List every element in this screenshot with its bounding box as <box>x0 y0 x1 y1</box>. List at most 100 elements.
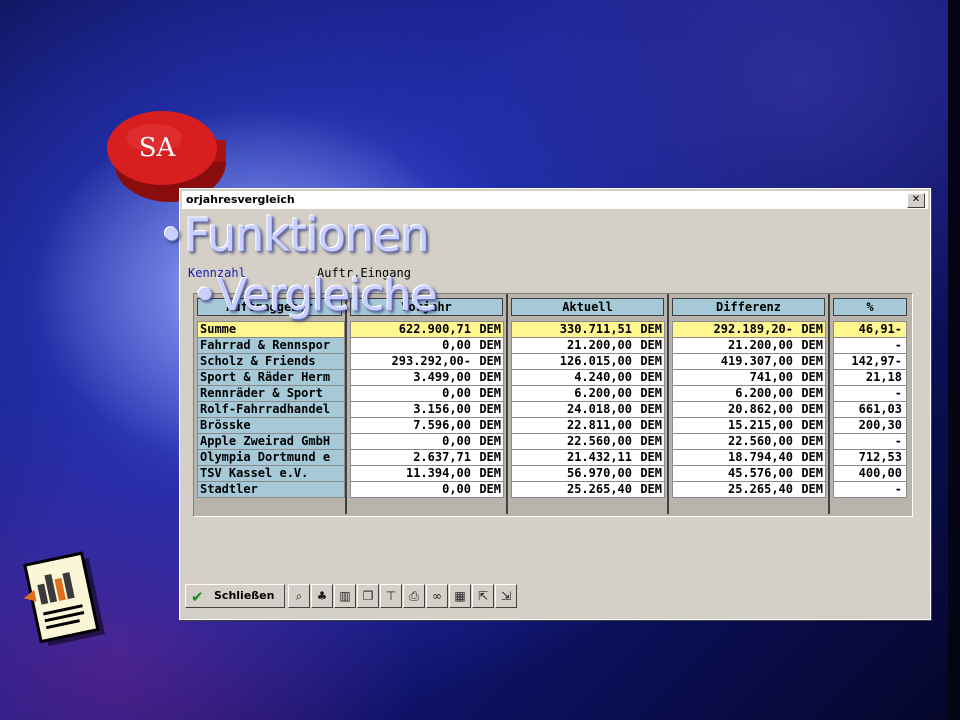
table-cell-name[interactable]: Rennräder & Sport <box>197 385 345 402</box>
cell-currency: DEM <box>479 402 501 416</box>
binoculars-icon: ∞ <box>432 589 442 603</box>
cell-value: 18.794,40 <box>727 450 793 464</box>
cell-currency: DEM <box>801 370 823 384</box>
table-cell-aktuell[interactable]: 4.240,00 DEM <box>511 369 665 386</box>
cell-currency: DEM <box>801 338 823 352</box>
cell-value: 22.811,00 <box>566 418 632 432</box>
cell-value: 25.265,40 <box>566 482 632 496</box>
cell-value: 11.394,00 <box>405 466 471 480</box>
table-cell-differenz[interactable]: 22.560,00 DEM <box>672 433 826 450</box>
table-cell-differenz[interactable]: 21.200,00 DEM <box>672 337 826 354</box>
calendar-button[interactable]: ▦ <box>449 584 471 608</box>
table-cell-percent[interactable]: 200,30 <box>833 417 907 434</box>
table-cell-aktuell[interactable]: 21.432,11 DEM <box>511 449 665 466</box>
table-cell-percent[interactable]: 661,03 <box>833 401 907 418</box>
table-cell-differenz[interactable]: 45.576,00 DEM <box>672 465 826 482</box>
table-cell-aktuell[interactable]: 126.015,00 DEM <box>511 353 665 370</box>
table-cell-name[interactable]: Scholz & Friends <box>197 353 345 370</box>
table-cell-name[interactable]: Brösske <box>197 417 345 434</box>
filter-button[interactable]: ⊤ <box>380 584 402 608</box>
cell-currency: DEM <box>640 338 662 352</box>
cell-value: 24.018,00 <box>566 402 632 416</box>
table-cell-differenz[interactable]: 18.794,40 DEM <box>672 449 826 466</box>
table-cell-differenz[interactable]: 6.200,00 DEM <box>672 385 826 402</box>
table-cell-differenz[interactable]: 419.307,00 DEM <box>672 353 826 370</box>
cell-currency: DEM <box>479 466 501 480</box>
print-button[interactable]: ⎙ <box>403 584 425 608</box>
cell-currency: DEM <box>801 354 823 368</box>
table-cell-vorjahr[interactable]: 3.499,00 DEM <box>350 369 504 386</box>
cell-currency: DEM <box>801 434 823 448</box>
table-cell-differenz[interactable]: 20.862,00 DEM <box>672 401 826 418</box>
binoculars-button[interactable]: ∞ <box>426 584 448 608</box>
table-cell-vorjahr[interactable]: 0,00 DEM <box>350 481 504 498</box>
cell-currency: DEM <box>479 482 501 496</box>
hierarchy-icon: ♣ <box>316 589 328 603</box>
cell-value: 15.215,00 <box>727 418 793 432</box>
table-cell-differenz[interactable]: 741,00 DEM <box>672 369 826 386</box>
table-cell-differenz[interactable]: 292.189,20- DEM <box>672 321 826 338</box>
table-cell-percent[interactable]: - <box>833 481 907 498</box>
cell-currency: DEM <box>640 322 662 336</box>
table-cell-aktuell[interactable]: 25.265,40 DEM <box>511 481 665 498</box>
cell-currency: DEM <box>479 450 501 464</box>
table-cell-aktuell[interactable]: 21.200,00 DEM <box>511 337 665 354</box>
window-close-button[interactable]: ✕ <box>907 193 925 208</box>
table-cell-percent[interactable]: 142,97- <box>833 353 907 370</box>
table-cell-vorjahr[interactable]: 2.637,71 DEM <box>350 449 504 466</box>
table-cell-percent[interactable]: - <box>833 385 907 402</box>
table-cell-vorjahr[interactable]: 7.596,00 DEM <box>350 417 504 434</box>
table-cell-aktuell[interactable]: 22.811,00 DEM <box>511 417 665 434</box>
table-cell-vorjahr[interactable]: 0,00 DEM <box>350 385 504 402</box>
table-cell-name[interactable]: Olympia Dortmund e <box>197 449 345 466</box>
export-button[interactable]: ⇱ <box>472 584 494 608</box>
table-cell-vorjahr[interactable]: 3.156,00 DEM <box>350 401 504 418</box>
cell-currency: DEM <box>801 482 823 496</box>
table-cell-vorjahr[interactable]: 622.900,71 DEM <box>350 321 504 338</box>
sa-badge-label: SA <box>138 133 176 163</box>
hierarchy-button[interactable]: ♣ <box>311 584 333 608</box>
cell-value: 6.200,00 <box>574 386 632 400</box>
cell-currency: DEM <box>640 354 662 368</box>
table-cell-name[interactable]: Rolf-Fahrradhandel <box>197 401 345 418</box>
table-cell-name[interactable]: TSV Kassel e.V. <box>197 465 345 482</box>
table-cell-differenz[interactable]: 25.265,40 DEM <box>672 481 826 498</box>
search-button[interactable]: ⌕ <box>288 584 310 608</box>
table-cell-aktuell[interactable]: 56.970,00 DEM <box>511 465 665 482</box>
table-cell-name[interactable]: Summe <box>197 321 345 338</box>
table-cell-aktuell[interactable]: 6.200,00 DEM <box>511 385 665 402</box>
table-cell-percent[interactable]: - <box>833 433 907 450</box>
filter-icon: ⊤ <box>385 589 397 603</box>
close-report-label: Schließen <box>214 589 275 602</box>
cell-currency: DEM <box>640 450 662 464</box>
bullet-funktionen: •Funktionen <box>158 208 430 262</box>
close-report-button[interactable]: ✔ Schließen <box>185 584 285 608</box>
chart-button[interactable]: ▥ <box>334 584 356 608</box>
table-cell-aktuell[interactable]: 22.560,00 DEM <box>511 433 665 450</box>
table-cell-vorjahr[interactable]: 293.292,00- DEM <box>350 353 504 370</box>
cell-currency: DEM <box>640 418 662 432</box>
table-cell-aktuell[interactable]: 24.018,00 DEM <box>511 401 665 418</box>
table-cell-percent[interactable]: 712,53 <box>833 449 907 466</box>
table-cell-name[interactable]: Sport & Räder Herm <box>197 369 345 386</box>
copy-button[interactable]: ❐ <box>357 584 379 608</box>
table-cell-name[interactable]: Apple Zweirad GmbH <box>197 433 345 450</box>
cell-value: 45.576,00 <box>727 466 793 480</box>
cell-currency: DEM <box>640 482 662 496</box>
table-cell-vorjahr[interactable]: 11.394,00 DEM <box>350 465 504 482</box>
table-cell-name[interactable]: Fahrrad & Rennspor <box>197 337 345 354</box>
table-cell-percent[interactable]: 21,18 <box>833 369 907 386</box>
table-cell-percent[interactable]: 400,00 <box>833 465 907 482</box>
table-cell-name[interactable]: Stadtler <box>197 481 345 498</box>
import-button[interactable]: ⇲ <box>495 584 517 608</box>
table-cell-differenz[interactable]: 15.215,00 DEM <box>672 417 826 434</box>
table-cell-aktuell[interactable]: 330.711,51 DEM <box>511 321 665 338</box>
cell-value: 21.432,11 <box>566 450 632 464</box>
table-cell-percent[interactable]: - <box>833 337 907 354</box>
table-cell-vorjahr[interactable]: 0,00 DEM <box>350 433 504 450</box>
table-cell-vorjahr[interactable]: 0,00 DEM <box>350 337 504 354</box>
cell-currency: DEM <box>479 370 501 384</box>
cell-value: 4.240,00 <box>574 370 632 384</box>
chart-icon: ▥ <box>339 589 351 603</box>
table-cell-percent[interactable]: 46,91- <box>833 321 907 338</box>
